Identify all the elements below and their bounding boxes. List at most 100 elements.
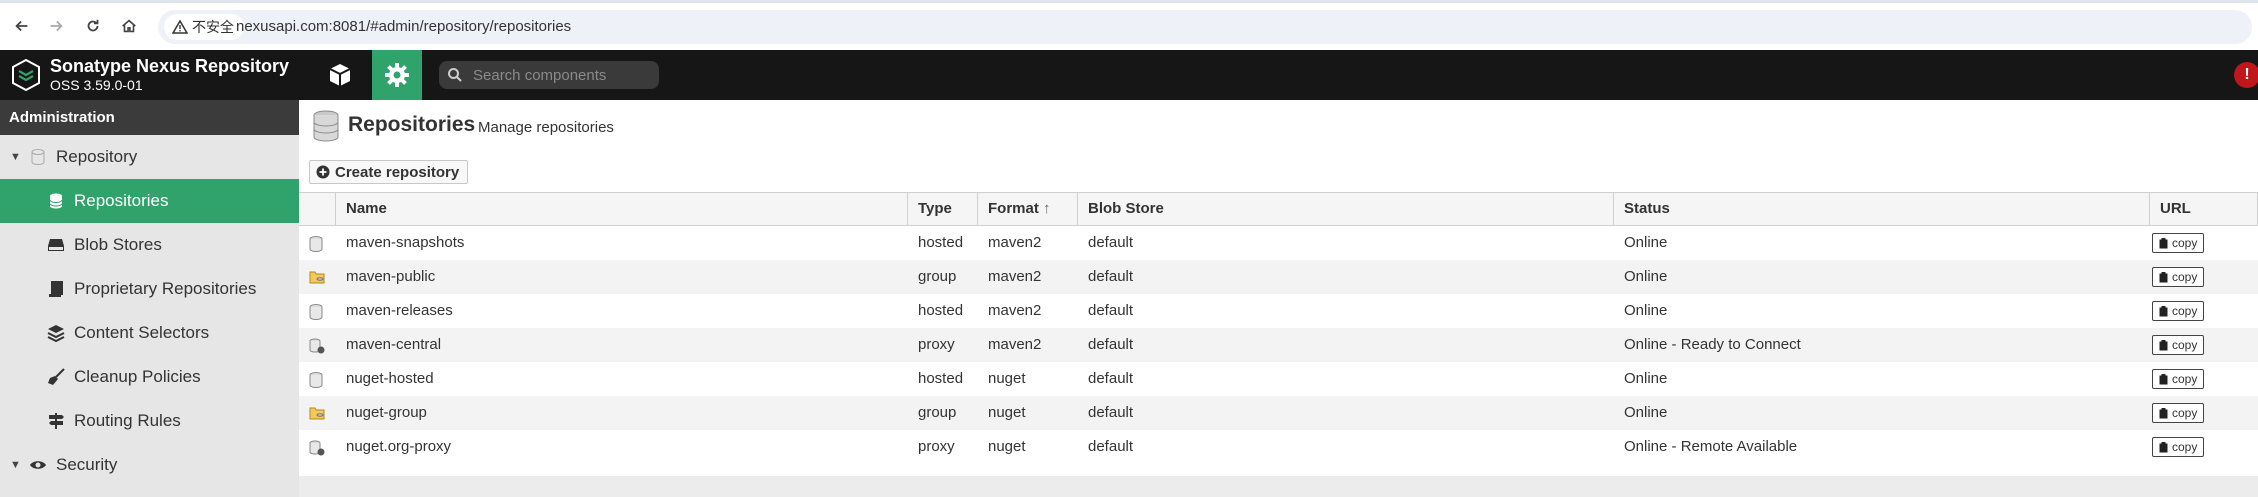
security-label: 不安全 bbox=[192, 19, 234, 35]
cell-blob-store: default bbox=[1088, 268, 1134, 285]
caret-down-icon[interactable]: ▼ bbox=[10, 459, 21, 471]
cell-format: nuget bbox=[988, 370, 1026, 387]
sidebar-item-repository[interactable]: ▼ Repository bbox=[0, 135, 299, 179]
repositories-grid: Name Type Format ↑ Blob Store Status URL… bbox=[299, 192, 2258, 464]
copy-url-button[interactable]: copy bbox=[2152, 267, 2205, 287]
sort-asc-icon: ↑ bbox=[1043, 200, 1051, 217]
sidebar-item-content-selectors[interactable]: Content Selectors bbox=[0, 311, 299, 355]
nexus-logo-icon bbox=[12, 58, 40, 92]
broom-icon bbox=[46, 367, 66, 387]
copy-url-button[interactable]: copy bbox=[2152, 335, 2205, 355]
home-button[interactable] bbox=[115, 12, 143, 40]
column-header-url[interactable]: URL bbox=[2150, 193, 2258, 225]
search-components-box[interactable] bbox=[439, 61, 659, 89]
layers-icon bbox=[46, 323, 66, 343]
column-header-name[interactable]: Name bbox=[336, 193, 908, 225]
hosted-repo-icon bbox=[309, 236, 323, 256]
cell-name: nuget-group bbox=[346, 404, 427, 421]
cell-blob-store: default bbox=[1088, 438, 1134, 455]
clipboard-icon bbox=[2159, 441, 2168, 452]
cell-format: maven2 bbox=[988, 336, 1042, 353]
cell-status: Online - Ready to Connect bbox=[1624, 336, 1801, 353]
database-icon bbox=[46, 191, 66, 211]
cell-format: maven2 bbox=[988, 234, 1042, 251]
proxy-repo-icon bbox=[309, 338, 325, 358]
cell-name: nuget-hosted bbox=[346, 370, 434, 387]
column-header-format[interactable]: Format ↑ bbox=[978, 193, 1078, 225]
admin-mode-button[interactable] bbox=[372, 50, 422, 100]
column-header-type[interactable]: Type bbox=[908, 193, 978, 225]
grid-empty-area bbox=[299, 476, 2258, 497]
cell-type: hosted bbox=[918, 302, 964, 319]
sidebar-item-blob-stores[interactable]: Blob Stores bbox=[0, 223, 299, 267]
column-header-status[interactable]: Status bbox=[1614, 193, 2150, 225]
sidebar-item-label: Repository bbox=[56, 147, 138, 166]
copy-url-button[interactable]: copy bbox=[2152, 369, 2205, 389]
clipboard-icon bbox=[2159, 305, 2168, 316]
column-header-icon bbox=[299, 193, 336, 225]
alert-icon[interactable]: ! bbox=[2234, 62, 2258, 88]
hdd-icon bbox=[46, 235, 66, 255]
cell-status: Online bbox=[1624, 370, 1668, 387]
caret-down-icon[interactable]: ▼ bbox=[10, 151, 21, 163]
copy-url-button[interactable]: copy bbox=[2152, 301, 2205, 321]
grid-body: maven-snapshots hosted maven2 default Online… bbox=[299, 226, 2258, 464]
cell-name: maven-central bbox=[346, 336, 442, 353]
sidebar-item-label: Cleanup Policies bbox=[74, 367, 201, 386]
sidebar-item-repositories[interactable]: Repositories bbox=[0, 179, 299, 223]
group-repo-icon bbox=[309, 270, 325, 288]
gear-icon bbox=[385, 63, 409, 87]
url-text: nexusapi.com:8081/#admin/repository/repo… bbox=[236, 18, 572, 35]
hosted-repo-icon bbox=[309, 372, 323, 392]
table-row[interactable]: nuget-hosted hosted nuget default Online copy bbox=[299, 362, 2258, 396]
copy-url-button[interactable]: copy bbox=[2152, 403, 2205, 423]
sidebar-item-routing-rules[interactable]: Routing Rules bbox=[0, 399, 299, 443]
table-row[interactable]: maven-central proxy maven2 default Online - … bbox=[299, 328, 2258, 362]
sidebar-item-security[interactable]: ▼ Security bbox=[0, 443, 299, 487]
create-repository-button[interactable]: Create repository bbox=[309, 160, 469, 184]
clipboard-icon bbox=[2159, 271, 2168, 282]
cell-type: proxy bbox=[918, 336, 955, 353]
book-icon bbox=[46, 279, 66, 299]
security-indicator[interactable]: 不安全 bbox=[164, 14, 244, 40]
table-row[interactable]: nuget-group group nuget default Online copy bbox=[299, 396, 2258, 430]
cell-type: group bbox=[918, 404, 957, 421]
app-title: Sonatype Nexus Repository bbox=[50, 56, 290, 76]
database-icon bbox=[313, 110, 339, 142]
cell-type: hosted bbox=[918, 370, 964, 387]
sidebar-item-label: Security bbox=[56, 455, 118, 474]
proxy-repo-icon bbox=[309, 440, 325, 460]
cell-type: hosted bbox=[918, 234, 964, 251]
copy-url-button[interactable]: copy bbox=[2152, 437, 2205, 457]
cell-type: group bbox=[918, 268, 957, 285]
cell-status: Online bbox=[1624, 404, 1668, 421]
admin-sidebar: Administration ▼ Repository Repositories… bbox=[0, 100, 299, 497]
reload-button[interactable] bbox=[79, 12, 107, 40]
column-header-blob-store[interactable]: Blob Store bbox=[1078, 193, 1614, 225]
create-repository-label: Create repository bbox=[335, 163, 460, 181]
cell-blob-store: default bbox=[1088, 302, 1134, 319]
address-bar[interactable]: 不安全 nexusapi.com:8081/#admin/repository/… bbox=[158, 10, 2252, 44]
sidebar-item-label: Content Selectors bbox=[74, 323, 210, 342]
sidebar-section-title: Administration bbox=[0, 100, 299, 135]
cell-status: Online bbox=[1624, 302, 1668, 319]
page-subtitle: Manage repositories bbox=[478, 119, 614, 136]
sidebar-item-proprietary-repositories[interactable]: Proprietary Repositories bbox=[0, 267, 299, 311]
table-row[interactable]: maven-snapshots hosted maven2 default Online… bbox=[299, 226, 2258, 260]
back-button[interactable] bbox=[8, 12, 36, 40]
sidebar-item-cleanup-policies[interactable]: Cleanup Policies bbox=[0, 355, 299, 399]
cell-blob-store: default bbox=[1088, 336, 1134, 353]
table-row[interactable]: nuget.org-proxy proxy nuget default Online -… bbox=[299, 430, 2258, 464]
table-row[interactable]: maven-releases hosted maven2 default Online c… bbox=[299, 294, 2258, 328]
search-input[interactable] bbox=[471, 65, 655, 85]
table-row[interactable]: maven-public group maven2 default Online copy bbox=[299, 260, 2258, 294]
clipboard-icon bbox=[2159, 237, 2168, 248]
browse-mode-button[interactable] bbox=[315, 50, 365, 100]
cell-name: maven-releases bbox=[346, 302, 453, 319]
copy-url-button[interactable]: copy bbox=[2152, 233, 2205, 253]
cube-icon bbox=[329, 64, 351, 86]
cell-format: maven2 bbox=[988, 302, 1042, 319]
cell-name: maven-public bbox=[346, 268, 436, 285]
forward-button[interactable] bbox=[42, 12, 70, 40]
grid-header: Name Type Format ↑ Blob Store Status URL bbox=[299, 192, 2258, 226]
